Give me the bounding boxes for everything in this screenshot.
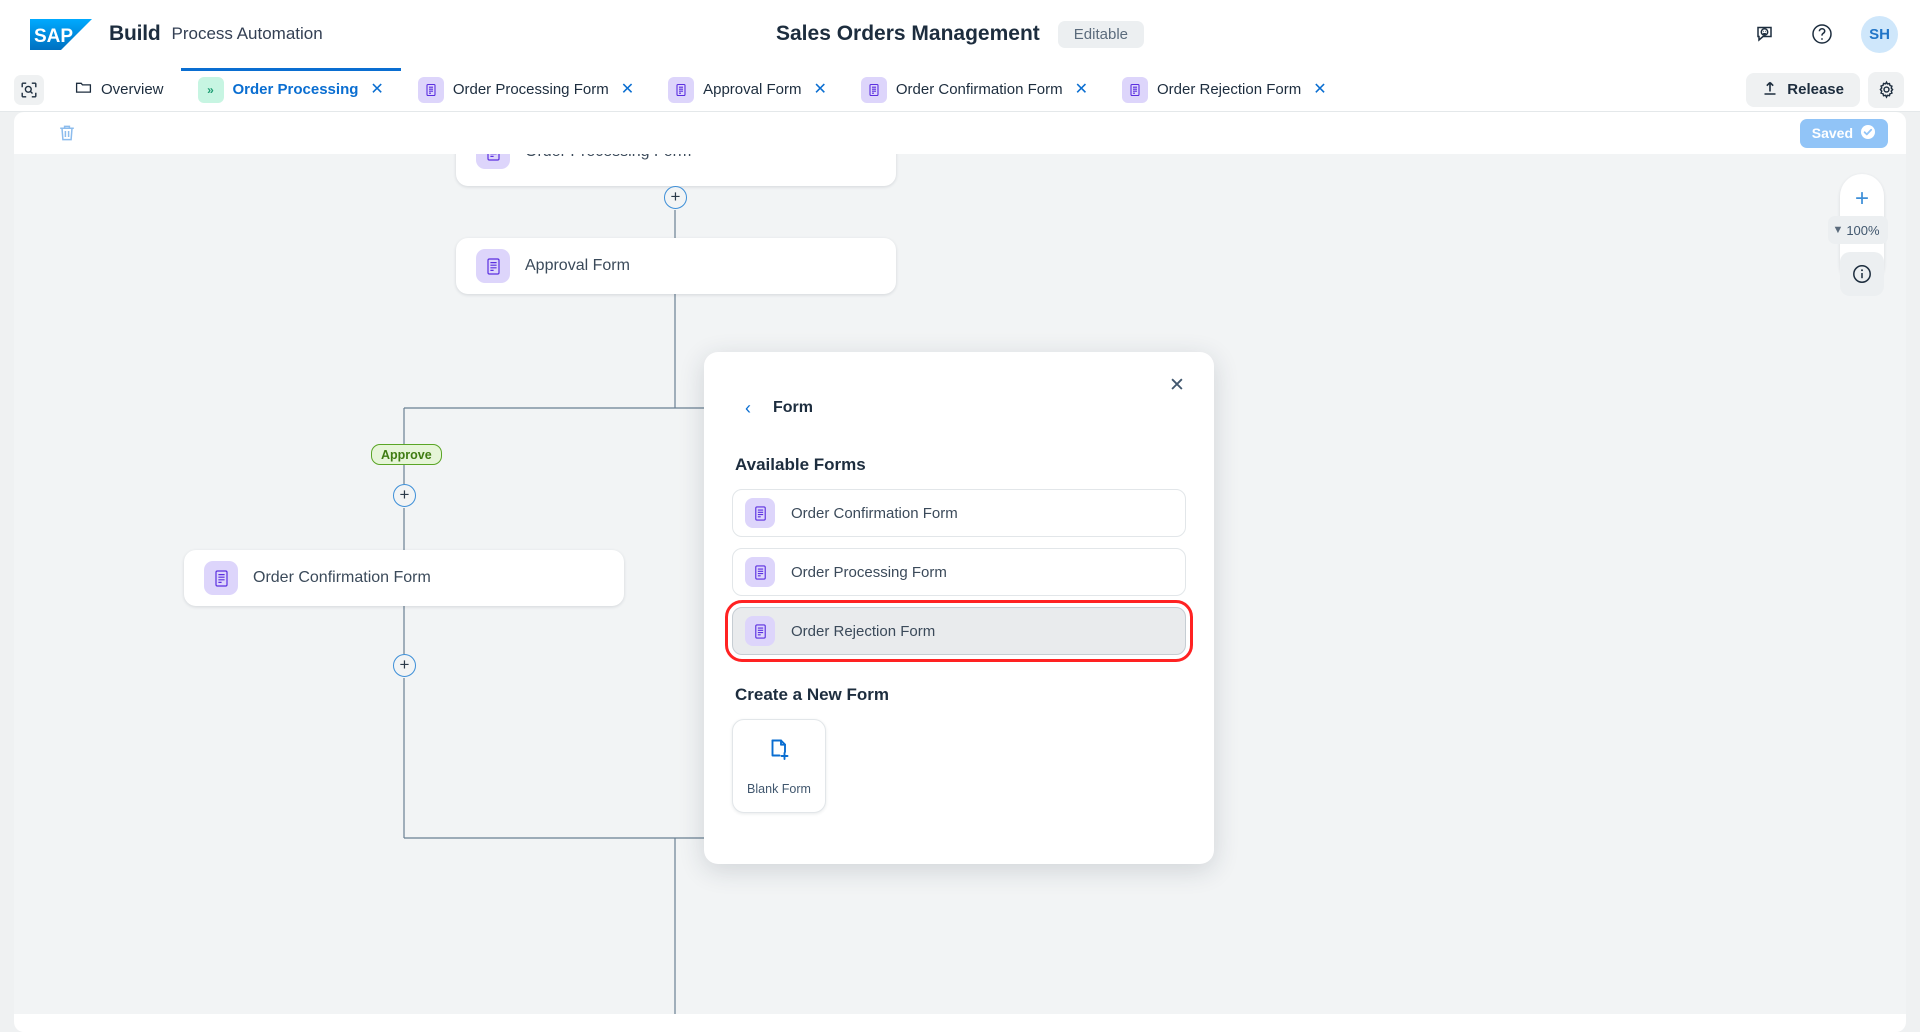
tab-order-confirmation-form[interactable]: Order Confirmation Form ✕ [844, 68, 1105, 111]
zoom-level-selector[interactable]: ▼ 100% [1828, 216, 1888, 244]
folder-icon [75, 79, 92, 100]
brand-name: Build [109, 22, 161, 45]
list-item-order-rejection-form[interactable]: Order Rejection Form [725, 600, 1193, 662]
check-circle-icon [1860, 124, 1876, 143]
chevron-left-icon[interactable]: ‹ [745, 399, 751, 417]
list-item-label: Order Rejection Form [791, 622, 936, 640]
tab-label: Order Processing Form [452, 81, 609, 98]
tab-label: Order Rejection Form [1157, 81, 1302, 98]
release-label: Release [1787, 81, 1844, 98]
list-item-order-processing-form[interactable]: Order Processing Form [732, 548, 1186, 596]
available-forms-heading: Available Forms [735, 455, 866, 474]
avatar[interactable]: SH [1861, 15, 1898, 53]
plus-icon: + [399, 655, 410, 674]
tabbar-actions: Release [1746, 68, 1920, 111]
add-step-button[interactable]: + [664, 186, 687, 209]
flow-node-order-confirmation-form[interactable]: Order Confirmation Form [184, 550, 624, 606]
status-badge: Editable [1057, 20, 1144, 48]
close-icon[interactable]: ✕ [621, 81, 634, 98]
info-icon[interactable] [1840, 252, 1884, 296]
blank-form-label: Blank Form [747, 782, 811, 796]
tab-bar: Overview » Order Processing ✕ Order Proc… [0, 68, 1920, 112]
help-icon[interactable] [1805, 17, 1839, 51]
blank-form-card[interactable]: Blank Form [732, 719, 826, 813]
node-label: Approval Form [525, 257, 630, 274]
new-document-icon [765, 736, 793, 769]
form-icon [204, 561, 238, 595]
process-icon: » [197, 76, 224, 103]
page-title: Sales Orders Management [776, 22, 1040, 45]
sap-logo[interactable]: SAP [30, 18, 92, 50]
node-label: Order Confirmation Form [253, 569, 431, 586]
tab-label: Order Processing [232, 81, 359, 98]
header-actions: SH [1749, 0, 1898, 68]
form-icon [745, 557, 775, 587]
list-item-label: Order Confirmation Form [791, 504, 958, 522]
flow-node-approval-form[interactable]: Approval Form [456, 238, 896, 294]
form-icon [417, 76, 444, 103]
close-icon[interactable]: ✕ [1075, 81, 1088, 98]
saved-label: Saved [1811, 125, 1853, 141]
list-item-order-confirmation-form[interactable]: Order Confirmation Form [732, 489, 1186, 537]
status-badge-saved: Saved [1799, 118, 1888, 148]
canvas-preview-button[interactable] [0, 68, 58, 111]
tab-order-processing-form[interactable]: Order Processing Form ✕ [401, 68, 651, 111]
tab-label: Overview [101, 81, 164, 98]
preview-icon [14, 74, 44, 105]
branch-label-approve: Approve [371, 444, 442, 465]
gear-icon[interactable] [1868, 71, 1904, 108]
canvas-toolbar: Saved [14, 112, 1906, 154]
tab-order-processing[interactable]: » Order Processing ✕ [180, 68, 402, 111]
available-forms-list: Order Confirmation Form Order Processing… [725, 489, 1193, 662]
node-label: Order Processing Form [525, 154, 691, 161]
chevron-down-icon: ▼ [1832, 223, 1844, 236]
form-icon [476, 154, 510, 169]
release-button[interactable]: Release [1746, 72, 1860, 107]
add-step-button-approve[interactable]: + [393, 484, 416, 507]
top-header: SAP Build Process Automation Sales Order… [0, 0, 1920, 68]
form-icon [860, 76, 887, 103]
form-icon [745, 616, 775, 646]
tab-order-rejection-form[interactable]: Order Rejection Form ✕ [1105, 68, 1344, 111]
form-icon [476, 249, 510, 283]
app-shell: SAP Build Process Automation Sales Order… [0, 0, 1920, 1032]
process-canvas[interactable]: Order Processing Form + Approval Form Ap… [14, 154, 1906, 1014]
tab-label: Approval Form [703, 81, 802, 98]
create-form-heading: Create a New Form [735, 685, 889, 704]
tab-approval-form[interactable]: Approval Form ✕ [651, 68, 844, 111]
close-icon[interactable]: ✕ [1164, 372, 1190, 398]
plus-icon: + [670, 187, 681, 206]
panel-title: Form [773, 399, 813, 416]
feedback-icon[interactable] [1749, 17, 1783, 51]
svg-text:SAP: SAP [34, 26, 73, 47]
canvas-bottom-edge [14, 1014, 1906, 1032]
tab-label: Order Confirmation Form [895, 81, 1063, 98]
close-icon[interactable]: ✕ [813, 81, 826, 98]
flow-node-order-processing-form[interactable]: Order Processing Form [456, 154, 896, 186]
form-icon [668, 76, 695, 103]
close-icon[interactable]: ✕ [1313, 81, 1326, 98]
form-picker-panel[interactable]: ✕ ‹ Form Available Forms Order Confirmat… [704, 352, 1214, 864]
list-item-label: Order Processing Form [791, 563, 947, 581]
form-icon [1122, 76, 1148, 103]
upload-icon [1762, 80, 1778, 100]
zoom-level-label: 100% [1846, 222, 1880, 238]
close-icon[interactable]: ✕ [370, 81, 383, 98]
form-icon [745, 498, 775, 528]
brand-subtitle: Process Automation [171, 24, 323, 43]
panel-navigation: ‹ Form [732, 352, 1186, 417]
trash-icon[interactable] [52, 118, 82, 148]
add-step-button-after-confirmation[interactable]: + [393, 654, 416, 677]
plus-icon: + [399, 485, 410, 504]
zoom-in-button[interactable]: + [1842, 182, 1882, 216]
sidebar-item-overview[interactable]: Overview [58, 68, 181, 111]
